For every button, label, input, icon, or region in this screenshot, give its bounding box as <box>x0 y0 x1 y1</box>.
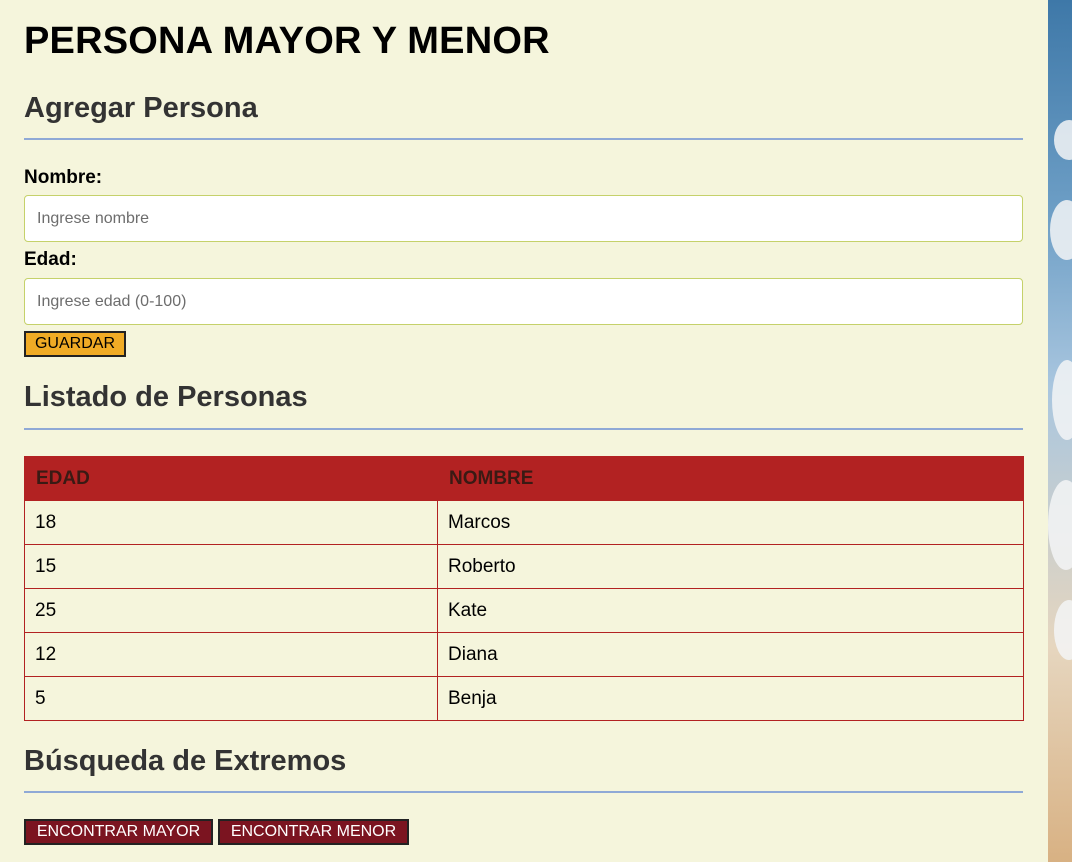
cell-edad: 25 <box>24 588 438 633</box>
table-row: 15 Roberto <box>24 544 1024 589</box>
column-header-nombre: NOMBRE <box>437 456 1024 501</box>
add-person-heading: Agregar Persona <box>24 92 258 124</box>
cell-edad: 18 <box>24 500 438 545</box>
find-max-button[interactable]: ENCONTRAR MAYOR <box>24 819 213 845</box>
people-table: EDAD NOMBRE 18 Marcos 15 Roberto 25 Kate… <box>24 456 1024 721</box>
cell-edad: 15 <box>24 544 438 589</box>
listing-heading: Listado de Personas <box>24 381 308 413</box>
cell-nombre: Diana <box>437 632 1024 677</box>
age-label: Edad: <box>24 249 77 270</box>
cell-edad: 5 <box>24 676 438 721</box>
name-input[interactable] <box>24 195 1023 242</box>
name-label: Nombre: <box>24 167 103 188</box>
table-row: 12 Diana <box>24 632 1024 677</box>
page-title: PERSONA MAYOR Y MENOR <box>24 20 550 62</box>
table-row: 18 Marcos <box>24 500 1024 545</box>
cell-nombre: Marcos <box>437 500 1024 545</box>
section-divider <box>24 791 1023 793</box>
table-header-row: EDAD NOMBRE <box>24 456 1024 501</box>
extremes-heading: Búsqueda de Extremos <box>24 745 347 777</box>
cell-nombre: Kate <box>437 588 1024 633</box>
section-divider <box>24 428 1023 430</box>
column-header-edad: EDAD <box>24 456 438 501</box>
table-row: 25 Kate <box>24 588 1024 633</box>
main-content: PERSONA MAYOR Y MENOR Agregar Persona No… <box>0 0 1048 862</box>
find-min-button[interactable]: ENCONTRAR MENOR <box>218 819 409 845</box>
save-button[interactable]: GUARDAR <box>24 331 126 357</box>
section-divider <box>24 138 1023 140</box>
cell-nombre: Benja <box>437 676 1024 721</box>
cell-edad: 12 <box>24 632 438 677</box>
background-sky-image <box>1048 0 1072 862</box>
table-row: 5 Benja <box>24 676 1024 721</box>
cell-nombre: Roberto <box>437 544 1024 589</box>
age-input[interactable] <box>24 278 1023 325</box>
